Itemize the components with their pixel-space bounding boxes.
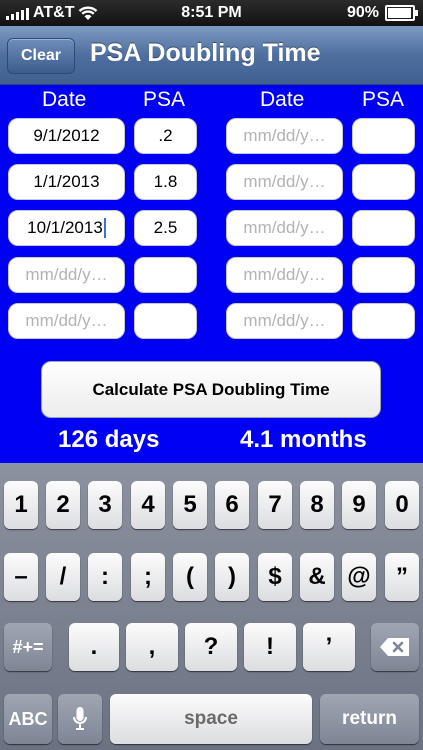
psa-field-6[interactable] — [352, 118, 415, 154]
page-title: PSA Doubling Time — [90, 39, 321, 67]
key-0[interactable]: 0 — [385, 481, 419, 529]
date-field-2[interactable]: 1/1/2013 — [8, 164, 125, 200]
key-slash[interactable]: / — [46, 553, 80, 601]
key-question[interactable]: ? — [185, 623, 237, 671]
key-1[interactable]: 1 — [4, 481, 38, 529]
psa-field-5[interactable] — [134, 303, 197, 339]
text-cursor — [103, 218, 106, 238]
numeric-keyboard: 1 2 3 4 5 6 7 8 9 0 – / : ; ( ) $ & @ ” … — [0, 463, 423, 750]
microphone-icon — [73, 707, 87, 730]
key-exclamation[interactable]: ! — [244, 623, 296, 671]
key-semicolon[interactable]: ; — [131, 553, 165, 601]
key-close-paren[interactable]: ) — [215, 553, 249, 601]
space-key[interactable]: space — [110, 694, 312, 744]
psa-form: Date PSA Date PSA 9/1/2012 .2 1/1/2013 1… — [0, 85, 423, 463]
backspace-icon — [380, 638, 409, 656]
date-field-10[interactable]: mm/dd/y… — [226, 303, 343, 339]
key-dollar[interactable]: $ — [258, 553, 292, 601]
navigation-bar: Clear PSA Doubling Time — [0, 26, 423, 85]
date-header-right: Date — [260, 88, 305, 111]
key-period[interactable]: . — [69, 623, 119, 671]
key-more-symbols[interactable]: #+= — [4, 623, 52, 671]
date-field-7[interactable]: mm/dd/y… — [226, 164, 343, 200]
key-2[interactable]: 2 — [46, 481, 80, 529]
psa-field-7[interactable] — [352, 164, 415, 200]
key-at[interactable]: @ — [342, 553, 376, 601]
return-key[interactable]: return — [320, 694, 419, 744]
date-field-5[interactable]: mm/dd/y… — [8, 303, 125, 339]
date-field-9[interactable]: mm/dd/y… — [226, 257, 343, 293]
key-7[interactable]: 7 — [258, 481, 292, 529]
status-bar: AT&T 8:51 PM 90% — [0, 0, 423, 26]
result-months: 4.1 months — [240, 426, 367, 453]
key-9[interactable]: 9 — [342, 481, 376, 529]
key-colon[interactable]: : — [88, 553, 122, 601]
key-comma[interactable]: , — [126, 623, 178, 671]
psa-field-10[interactable] — [352, 303, 415, 339]
key-ampersand[interactable]: & — [300, 553, 334, 601]
date-field-8[interactable]: mm/dd/y… — [226, 210, 343, 246]
key-8[interactable]: 8 — [300, 481, 334, 529]
key-3[interactable]: 3 — [88, 481, 122, 529]
battery-percent: 90% — [346, 4, 379, 21]
dictation-key[interactable] — [58, 694, 102, 744]
psa-field-3[interactable]: 2.5 — [134, 210, 197, 246]
key-6[interactable]: 6 — [215, 481, 249, 529]
psa-field-9[interactable] — [352, 257, 415, 293]
battery-fill — [388, 8, 412, 18]
psa-field-4[interactable] — [134, 257, 197, 293]
key-dash[interactable]: – — [4, 553, 38, 601]
psa-field-1[interactable]: .2 — [134, 118, 197, 154]
date-field-1[interactable]: 9/1/2012 — [8, 118, 125, 154]
date-field-6[interactable]: mm/dd/y… — [226, 118, 343, 154]
key-abc[interactable]: ABC — [4, 694, 52, 744]
psa-header-right: PSA — [362, 88, 405, 111]
key-quote[interactable]: ” — [385, 553, 419, 601]
date-field-3-value: 10/1/2013 — [27, 218, 103, 237]
clear-button[interactable]: Clear — [7, 38, 75, 74]
date-header-left: Date — [42, 88, 87, 111]
key-apostrophe[interactable]: ’ — [303, 623, 355, 671]
key-5[interactable]: 5 — [173, 481, 207, 529]
key-open-paren[interactable]: ( — [173, 553, 207, 601]
date-field-3[interactable]: 10/1/2013 — [8, 210, 125, 246]
calculate-button[interactable]: Calculate PSA Doubling Time — [41, 361, 381, 418]
psa-field-8[interactable] — [352, 210, 415, 246]
result-days: 126 days — [58, 426, 160, 453]
key-4[interactable]: 4 — [131, 481, 165, 529]
date-field-4[interactable]: mm/dd/y… — [8, 257, 125, 293]
psa-field-2[interactable]: 1.8 — [134, 164, 197, 200]
battery-icon — [385, 5, 418, 21]
backspace-key[interactable] — [371, 623, 419, 671]
status-right: 90% — [346, 4, 418, 22]
psa-header-left: PSA — [143, 88, 186, 111]
